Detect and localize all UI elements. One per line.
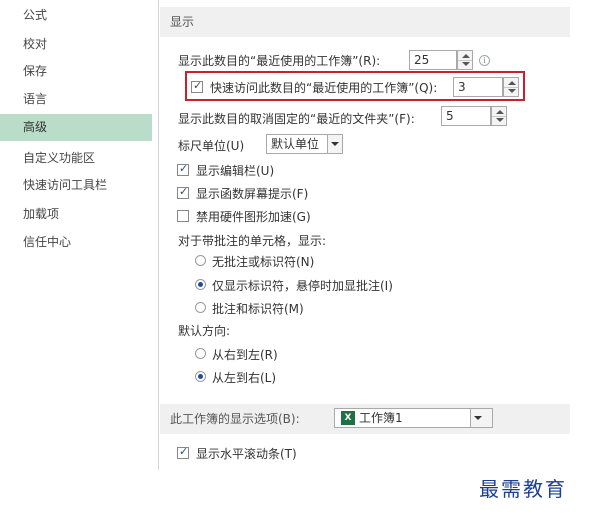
nav-item-formulas[interactable]: 公式 xyxy=(0,2,152,29)
recent-folders-spinner[interactable] xyxy=(491,106,507,126)
quick-access-input[interactable]: 3 xyxy=(453,77,503,97)
ruler-units-select[interactable]: 默认单位 xyxy=(266,134,343,154)
comments-label: 对于带批注的单元格，显示: xyxy=(178,234,327,248)
chevron-down-icon[interactable] xyxy=(470,409,492,427)
direction-ltr-radio[interactable] xyxy=(195,371,206,382)
excel-workbook-icon: X xyxy=(341,411,355,425)
recent-workbooks-spinner[interactable] xyxy=(457,50,473,70)
quick-access-label: 快速访问此数目的“最近使用的工作簿”(Q): xyxy=(210,81,438,95)
nav-item-add-ins[interactable]: 加载项 xyxy=(0,201,152,228)
nav-divider xyxy=(158,0,159,470)
recent-folders-label: 显示此数目的取消固定的“最近的文件夹”(F): xyxy=(178,112,415,126)
nav-item-advanced[interactable]: 高级 xyxy=(0,114,152,141)
hw-accel-checkbox[interactable] xyxy=(177,210,189,222)
function-tips-label: 显示函数屏幕提示(F) xyxy=(196,187,309,201)
workbook-display-label: 此工作簿的显示选项(B): xyxy=(170,412,300,426)
comments-indicator-label: 仅显示标识符，悬停时加显批注(I) xyxy=(212,279,393,293)
quick-access-checkbox[interactable] xyxy=(191,79,203,93)
direction-rtl-label: 从右到左(R) xyxy=(212,348,278,362)
ruler-units-value: 默认单位 xyxy=(271,137,320,151)
recent-folders-input[interactable]: 5 xyxy=(441,106,491,126)
formula-bar-label: 显示编辑栏(U) xyxy=(196,164,275,178)
direction-rtl-radio[interactable] xyxy=(195,348,206,359)
chevron-down-icon[interactable] xyxy=(327,135,342,153)
formula-bar-checkbox[interactable] xyxy=(177,162,189,176)
ruler-units-label: 标尺单位(U) xyxy=(178,139,245,153)
nav-item-save[interactable]: 保存 xyxy=(0,58,152,85)
comments-none-radio[interactable] xyxy=(195,255,206,266)
workbook-select[interactable]: X 工作簿1 xyxy=(334,408,493,428)
comments-both-label: 批注和标识符(M) xyxy=(212,302,304,316)
nav-item-customize-ribbon[interactable]: 自定义功能区 xyxy=(0,145,152,172)
h-scroll-checkbox[interactable] xyxy=(177,445,189,459)
hw-accel-label: 禁用硬件图形加速(G) xyxy=(196,210,311,224)
nav-item-proofing[interactable]: 校对 xyxy=(0,31,152,58)
nav-item-quick-access-toolbar[interactable]: 快速访问工具栏 xyxy=(0,172,152,199)
comments-both-radio[interactable] xyxy=(195,302,206,313)
direction-ltr-label: 从左到右(L) xyxy=(212,371,277,385)
options-nav: 公式 校对 保存 语言 高级 自定义功能区 快速访问工具栏 加载项 信任中心 xyxy=(0,0,152,470)
function-tips-checkbox[interactable] xyxy=(177,185,189,199)
comments-none-label: 无批注或标识符(N) xyxy=(212,255,315,269)
recent-workbooks-input[interactable]: 25 xyxy=(409,50,457,70)
h-scroll-label: 显示水平滚动条(T) xyxy=(196,447,297,461)
display-section-header: 显示 xyxy=(160,7,570,37)
watermark-text: 最需教育 xyxy=(479,477,567,501)
recent-workbooks-label: 显示此数目的“最近使用的工作簿”(R): xyxy=(178,54,381,68)
workbook-name: 工作簿1 xyxy=(359,411,403,425)
nav-item-language[interactable]: 语言 xyxy=(0,86,152,113)
direction-label: 默认方向: xyxy=(178,324,231,338)
info-icon[interactable]: i xyxy=(479,55,490,66)
quick-access-spinner[interactable] xyxy=(503,77,519,97)
comments-indicator-radio[interactable] xyxy=(195,279,206,290)
nav-item-trust-center[interactable]: 信任中心 xyxy=(0,229,152,256)
